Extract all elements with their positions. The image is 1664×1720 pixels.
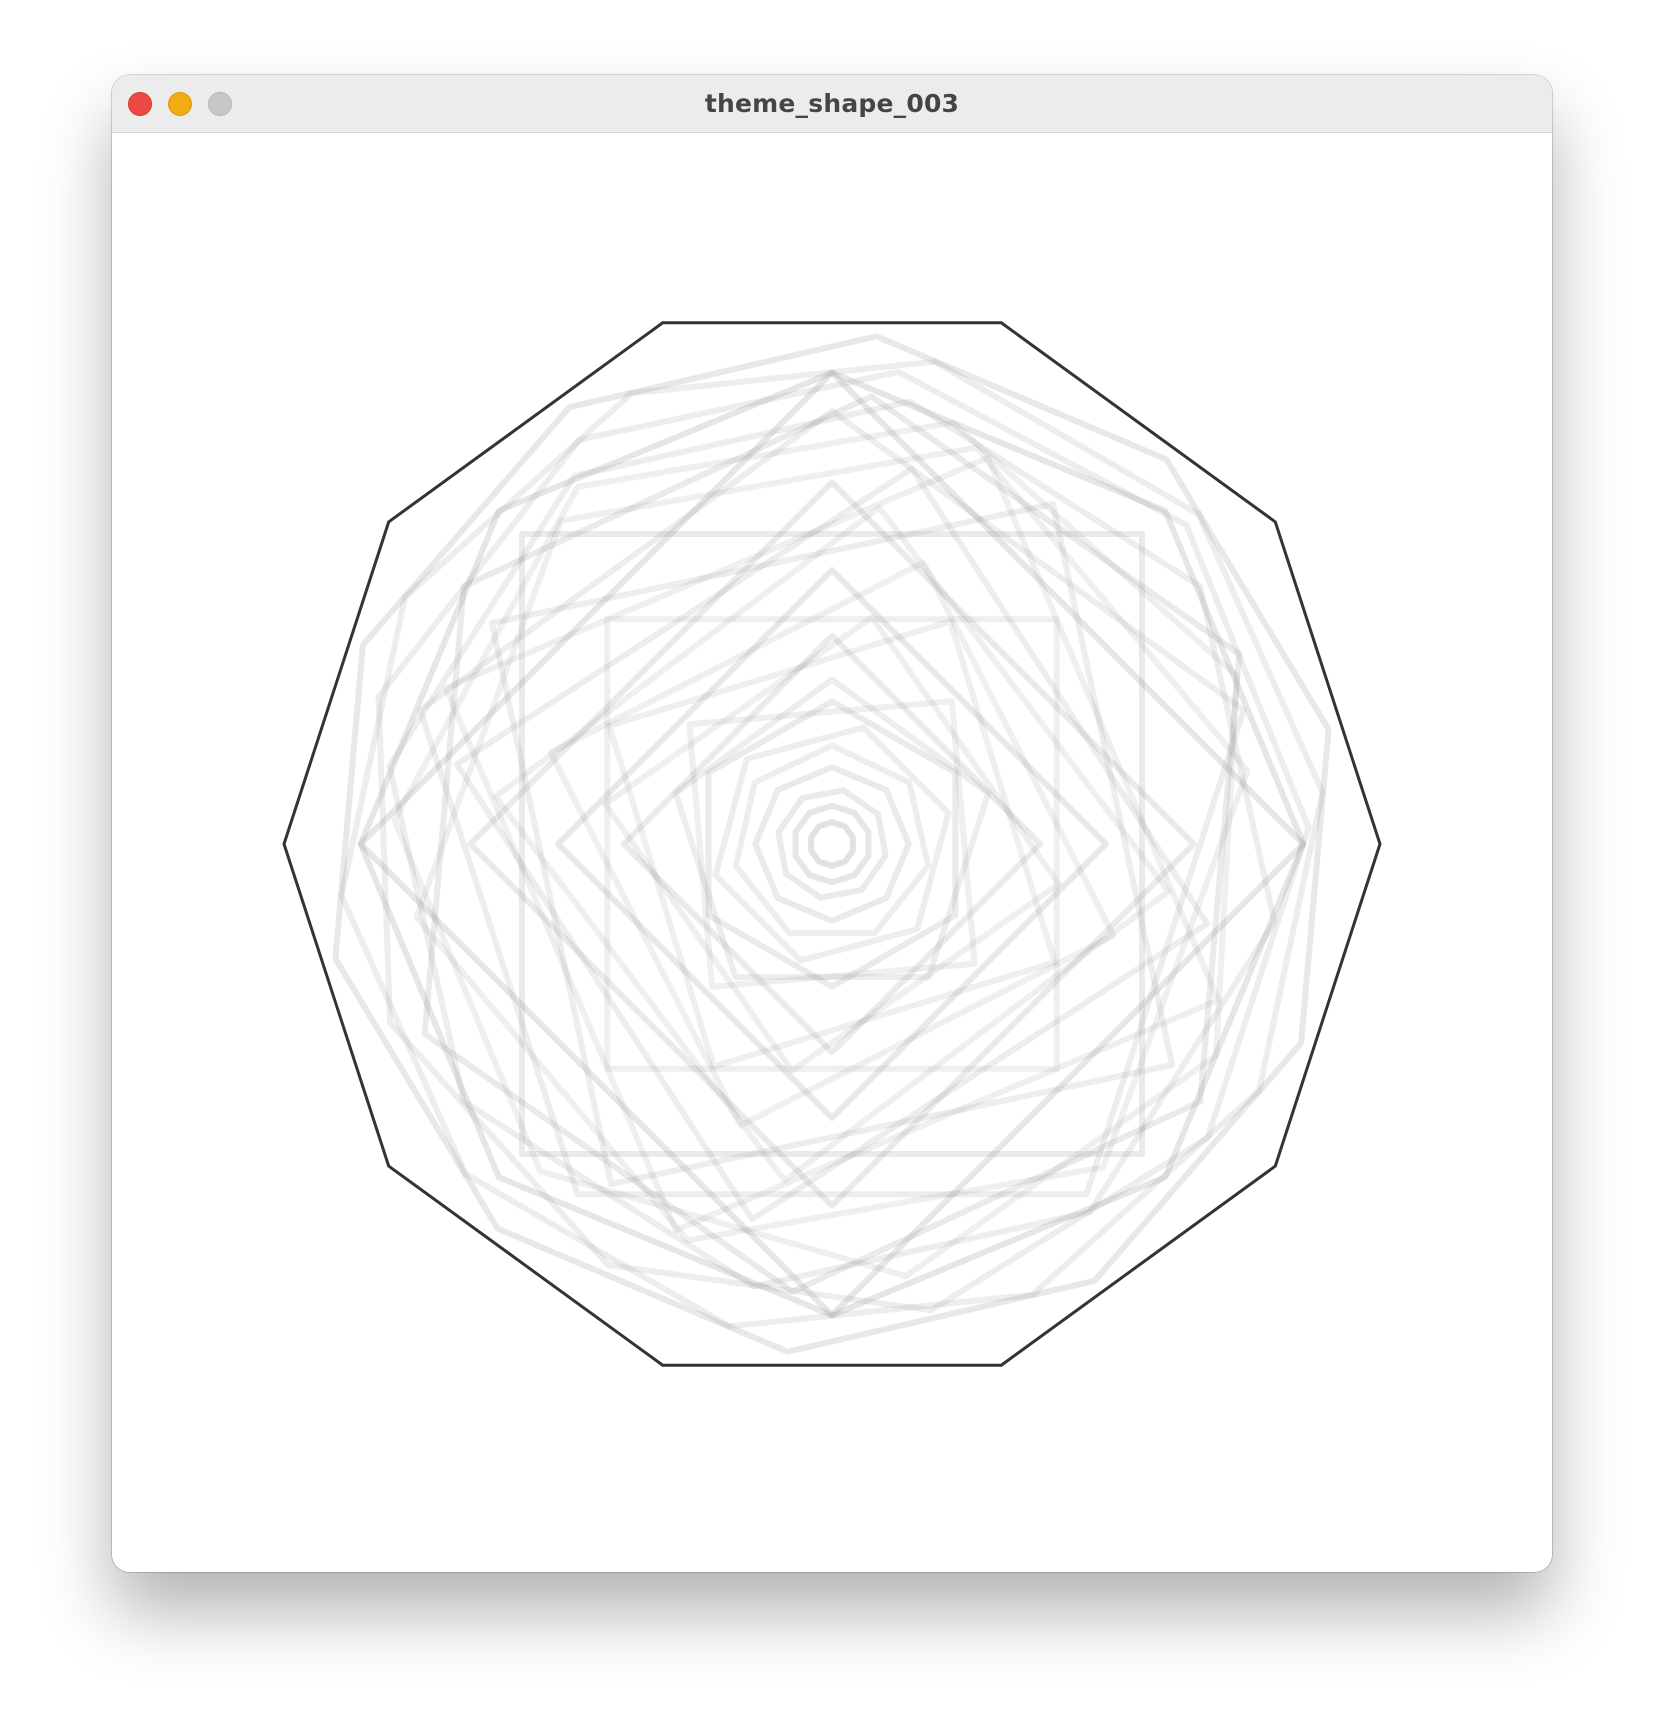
desktop: theme_shape_003 — [0, 0, 1664, 1720]
ghost-polygon-14 — [467, 479, 1197, 1209]
ghost-polygon-25 — [712, 724, 952, 964]
ghost-polygon-30 — [808, 819, 856, 869]
window-title: theme_shape_003 — [704, 89, 960, 118]
ghost-polygon-10 — [519, 531, 1145, 1157]
ghost-polygon-1 — [338, 358, 1326, 1330]
ghost-polygon-21 — [620, 632, 1044, 1056]
drawing-canvas[interactable] — [112, 133, 1552, 1572]
ghost-polygon-13 — [453, 465, 1211, 1223]
ghost-polygon-18 — [555, 567, 1109, 1121]
ghost-polygon-29 — [792, 802, 872, 886]
app-window: theme_shape_003 — [112, 75, 1552, 1572]
title-bar[interactable]: theme_shape_003 — [112, 75, 1552, 133]
ghost-polygon-20 — [602, 614, 1062, 1074]
ghost-polygon-0 — [332, 333, 1332, 1355]
artwork-svg — [282, 321, 1382, 1367]
outer-decagon — [282, 321, 1382, 1367]
ghost-polygon-26 — [732, 742, 932, 936]
